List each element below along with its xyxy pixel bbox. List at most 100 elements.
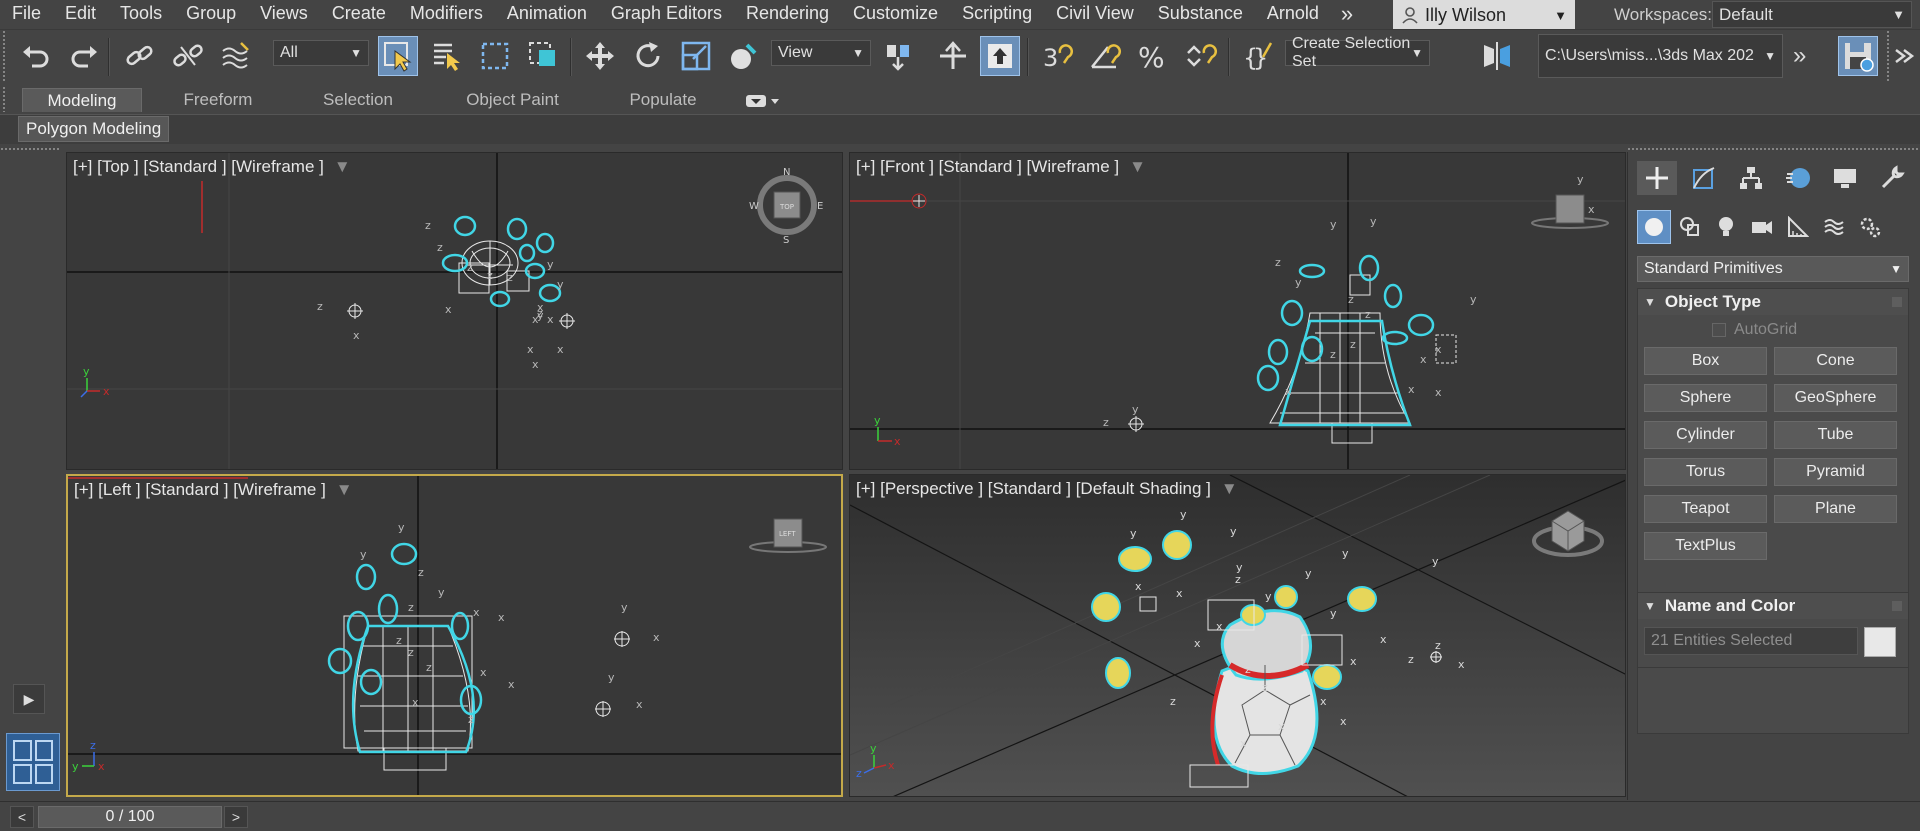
top-viewcube[interactable]: TOP N E S W <box>749 167 823 246</box>
save-file-button[interactable] <box>1838 36 1878 76</box>
reference-coordinate-select[interactable]: View ▼ <box>771 40 871 66</box>
move-button[interactable] <box>580 36 620 76</box>
pyramid-button[interactable]: Pyramid <box>1774 458 1897 486</box>
tab-hierarchy[interactable] <box>1731 161 1771 195</box>
ribbon-options-icon[interactable] <box>745 93 781 109</box>
menu-tools[interactable]: Tools <box>108 0 174 27</box>
tab-utilities[interactable] <box>1872 161 1912 195</box>
category-shapes[interactable] <box>1673 210 1707 244</box>
left-viewcube[interactable]: LEFT <box>749 518 827 553</box>
select-object-button[interactable] <box>378 36 418 76</box>
polygon-modeling-panel-button[interactable]: Polygon Modeling <box>18 116 170 142</box>
viewport-layout-button[interactable] <box>6 733 60 791</box>
menu-customize[interactable]: Customize <box>841 0 950 27</box>
viewport-label-left[interactable]: [+] [Left ] [Standard ] [Wireframe ] ▼ <box>74 480 353 500</box>
mirror-button[interactable] <box>1477 36 1517 76</box>
keyboard-shortcut-override-button[interactable] <box>980 36 1020 76</box>
toolbar-grip[interactable] <box>1886 30 1890 82</box>
time-prev-button[interactable]: < <box>10 806 34 828</box>
tube-button[interactable]: Tube <box>1774 421 1897 449</box>
select-by-name-button[interactable] <box>427 36 467 76</box>
menu-group[interactable]: Group <box>174 0 248 27</box>
filter-icon[interactable]: ▼ <box>334 157 351 177</box>
category-geometry[interactable] <box>1637 210 1671 244</box>
menu-arnold[interactable]: Arnold <box>1255 0 1331 27</box>
category-lights[interactable] <box>1709 210 1743 244</box>
filter-icon[interactable]: ▼ <box>1129 157 1146 177</box>
menu-scripting[interactable]: Scripting <box>950 0 1044 27</box>
object-type-rollout-header[interactable]: ▼ Object Type <box>1638 289 1908 315</box>
textplus-button[interactable]: TextPlus <box>1644 532 1767 560</box>
rollout-grip[interactable] <box>1892 297 1902 307</box>
snaps-toggle-button[interactable]: 3 <box>1037 36 1077 76</box>
menu-graph-editors[interactable]: Graph Editors <box>599 0 734 27</box>
category-space-warps[interactable] <box>1817 210 1851 244</box>
filter-icon[interactable]: ▼ <box>1221 479 1238 499</box>
edit-named-selection-button[interactable]: {} <box>1238 36 1278 76</box>
tab-populate[interactable]: Populate <box>603 88 723 112</box>
tab-selection[interactable]: Selection <box>298 88 418 112</box>
tab-display[interactable] <box>1825 161 1865 195</box>
category-systems[interactable] <box>1853 210 1887 244</box>
viewport-label-front[interactable]: [+] [Front ] [Standard ] [Wireframe ] ▼ <box>856 157 1146 177</box>
object-name-field[interactable]: 21 Entities Selected <box>1644 627 1858 655</box>
torus-button[interactable]: Torus <box>1644 458 1767 486</box>
viewport-top[interactable]: zzzzz yyxxx zxx yxx zx y x TOP N E S W [… <box>66 152 843 470</box>
tab-modify[interactable] <box>1684 161 1724 195</box>
viewport-front[interactable]: yyzy zzzz xxxx yxyz yx y x [+] [Front ] … <box>849 152 1626 470</box>
select-and-manipulate-button[interactable] <box>933 36 973 76</box>
angle-snap-button[interactable] <box>1085 36 1125 76</box>
menu-civil-view[interactable]: Civil View <box>1044 0 1146 27</box>
tab-modeling[interactable]: Modeling <box>22 88 142 112</box>
scale-button[interactable] <box>676 36 716 76</box>
rollout-grip[interactable] <box>1892 601 1902 611</box>
viewport-label-perspective[interactable]: [+] [Perspective ] [Standard ] [Default … <box>856 479 1238 499</box>
time-next-button[interactable]: > <box>224 806 248 828</box>
object-color-swatch[interactable] <box>1864 627 1896 657</box>
box-button[interactable]: Box <box>1644 347 1767 375</box>
named-selection-set-select[interactable]: Create Selection Set ▼ <box>1285 35 1430 70</box>
selection-filter-select[interactable]: All ▼ <box>273 40 369 66</box>
ribbon-grip[interactable] <box>2 86 6 112</box>
tab-motion[interactable] <box>1778 161 1818 195</box>
menu-create[interactable]: Create <box>320 0 398 27</box>
menu-animation[interactable]: Animation <box>495 0 599 27</box>
front-viewcube[interactable] <box>1531 194 1609 229</box>
tab-freeform[interactable]: Freeform <box>158 88 278 112</box>
geosphere-button[interactable]: GeoSphere <box>1774 384 1897 412</box>
autogrid-checkbox[interactable]: AutoGrid <box>1712 321 1797 339</box>
project-folder-select[interactable]: C:\Users\miss...\3ds Max 202 ▼ <box>1538 34 1783 78</box>
rectangular-selection-button[interactable] <box>475 36 515 76</box>
top-view-scene[interactable]: zzzz z yyxxx zxx yxx zx y x TOP N E S W <box>67 153 843 470</box>
percent-snap-button[interactable]: % <box>1133 36 1173 76</box>
name-and-color-rollout-header[interactable]: ▼ Name and Color <box>1638 593 1908 619</box>
viewport-label-top[interactable]: [+] [Top ] [Standard ] [Wireframe ] ▼ <box>73 157 351 177</box>
category-cameras[interactable] <box>1745 210 1779 244</box>
viewport-perspective[interactable]: yyyy yyyx xxzz xxxx xzzx xyyz xz y x z [… <box>849 474 1626 797</box>
workspace-select[interactable]: Default ▼ <box>1712 1 1912 28</box>
perspective-view-scene[interactable]: yyyy yyyx xxzz xxxx xzzx xyyz xz y x z <box>850 475 1626 797</box>
category-helpers[interactable] <box>1781 210 1815 244</box>
place-button[interactable] <box>724 36 764 76</box>
dock-grip[interactable] <box>1627 147 1920 151</box>
undo-button[interactable] <box>16 36 56 76</box>
rotate-button[interactable] <box>628 36 668 76</box>
cylinder-button[interactable]: Cylinder <box>1644 421 1767 449</box>
tab-create[interactable] <box>1637 161 1677 195</box>
user-account-dropdown[interactable]: Illy Wilson ▼ <box>1393 0 1575 30</box>
toolbar-overflow-button[interactable]: » <box>1793 42 1806 70</box>
menu-overflow-button[interactable]: » <box>1331 1 1363 27</box>
menu-file[interactable]: File <box>0 0 53 27</box>
tab-object-paint[interactable]: Object Paint <box>450 88 575 112</box>
link-button[interactable] <box>120 36 160 76</box>
window-crossing-button[interactable] <box>523 36 563 76</box>
menu-substance[interactable]: Substance <box>1146 0 1255 27</box>
plane-button[interactable]: Plane <box>1774 495 1897 523</box>
filter-icon[interactable]: ▼ <box>336 480 353 500</box>
toolbar-grip[interactable] <box>2 30 6 82</box>
viewport-left[interactable]: yyzy zzzz xxxx zxyx yx LEFT z y x [+] [L… <box>66 474 843 797</box>
cone-button[interactable]: Cone <box>1774 347 1897 375</box>
menu-modifiers[interactable]: Modifiers <box>398 0 495 27</box>
unlink-button[interactable] <box>168 36 208 76</box>
object-category-select[interactable]: Standard Primitives ▼ <box>1637 256 1909 282</box>
